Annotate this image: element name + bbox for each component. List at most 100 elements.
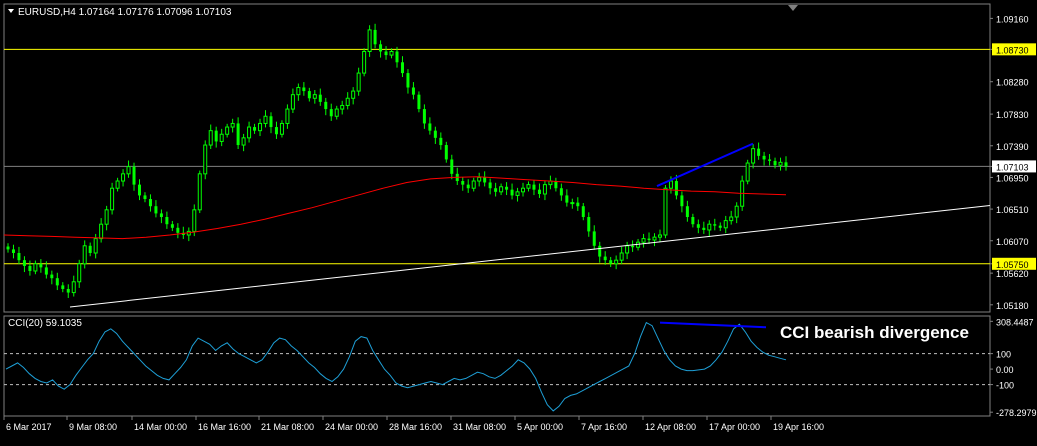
- candle: [214, 126, 218, 148]
- y-tick-label: 1.07830: [996, 110, 1029, 120]
- candle-body-bear: [137, 184, 141, 196]
- cci-divergence-line[interactable]: [659, 321, 767, 329]
- candle-body-bear: [154, 206, 158, 214]
- candle: [619, 246, 624, 265]
- candle: [61, 282, 65, 293]
- candle-body-bull: [121, 173, 126, 182]
- moving-average-line[interactable]: [3, 176, 787, 240]
- candle-body-bull: [104, 209, 109, 225]
- candle: [356, 67, 361, 96]
- dropdown-arrow-icon[interactable]: [8, 9, 14, 13]
- candle-body-bear: [274, 127, 278, 135]
- candle: [159, 209, 163, 224]
- candle-body-bull: [641, 238, 646, 243]
- y-tick-label: 1.05180: [996, 301, 1029, 311]
- candle: [685, 200, 689, 222]
- candle: [570, 198, 575, 209]
- candle-body-bull: [652, 236, 657, 241]
- candle-body-bull: [82, 245, 87, 265]
- candle-body-bear: [329, 109, 333, 117]
- price-level-tag-label: 1.08730: [996, 45, 1029, 55]
- candle-body-bull: [345, 97, 350, 106]
- candle-body-bear: [253, 127, 257, 131]
- candle-body-bull: [625, 245, 630, 254]
- candle: [176, 223, 180, 239]
- candle: [723, 215, 728, 234]
- candle: [439, 132, 443, 150]
- candle-body-bear: [784, 162, 788, 167]
- candle-body-bull: [707, 223, 712, 231]
- candle: [680, 191, 684, 213]
- candle-body-bull: [110, 187, 115, 211]
- y-tick-label: 1.07390: [996, 142, 1029, 152]
- candle-body-bull: [99, 223, 104, 240]
- candle-body-bear: [395, 51, 399, 63]
- candle: [296, 83, 301, 101]
- x-tick-label: 31 Mar 08:00: [453, 422, 506, 432]
- candle: [702, 221, 706, 234]
- candle: [137, 179, 141, 201]
- candle-body-bull: [247, 126, 252, 139]
- candle-body-bear: [148, 199, 152, 207]
- candle-body-bull: [351, 90, 356, 99]
- x-tick-label: 14 Mar 00:00: [134, 422, 187, 432]
- candle-body-bull: [296, 86, 301, 96]
- candle-body-bear: [236, 123, 240, 146]
- candle: [324, 97, 328, 116]
- candle: [587, 212, 591, 237]
- candle: [302, 82, 306, 96]
- price-divergence-line[interactable]: [656, 142, 754, 187]
- chart-window[interactable]: 1.09160 1.08730 1.08280 1.07830 1.07390 1.071…: [0, 0, 1037, 441]
- candle: [532, 179, 536, 196]
- support-trendline[interactable]: [69, 204, 991, 308]
- candle: [186, 227, 191, 242]
- chart-svg[interactable]: 1.09160 1.08730 1.08280 1.07830 1.07390 1.071…: [0, 0, 1037, 441]
- candle-body-bear: [762, 155, 766, 160]
- candle-body-bear: [132, 166, 136, 185]
- candle: [691, 213, 695, 228]
- candle: [33, 260, 38, 275]
- y-tick-label: 1.06950: [996, 173, 1029, 183]
- candle: [55, 272, 59, 291]
- candle: [274, 121, 278, 139]
- candle: [745, 159, 750, 185]
- candle-body-bull: [208, 130, 213, 146]
- candle: [778, 157, 783, 171]
- candle-body-bear: [598, 245, 602, 257]
- candle-body-bear: [417, 94, 421, 110]
- candle: [253, 123, 257, 134]
- candle: [384, 46, 388, 60]
- candle-body-bull: [356, 72, 361, 92]
- candle-body-bear: [176, 227, 180, 233]
- candle: [734, 202, 739, 224]
- candle: [39, 259, 43, 273]
- candle-body-bear: [647, 238, 651, 241]
- candle-body-bear: [757, 148, 761, 156]
- candle-body-bull: [258, 122, 263, 132]
- candle-body-bear: [483, 177, 487, 183]
- candle: [455, 167, 459, 185]
- cci-line[interactable]: [5, 321, 787, 412]
- shift-marker-icon[interactable]: [788, 5, 798, 11]
- candle-body-bull: [362, 50, 367, 74]
- candle: [598, 241, 602, 263]
- candle-body-bull: [521, 187, 526, 193]
- cci-y-tick-label: -100: [996, 381, 1014, 391]
- candle-body-bear: [17, 252, 21, 261]
- candle-body-bear: [466, 184, 470, 189]
- candle-body-bear: [422, 109, 426, 124]
- candle: [230, 118, 235, 133]
- x-tick-label: 5 Apr 00:00: [517, 422, 563, 432]
- candle-body-bear: [61, 285, 65, 289]
- candle-body-bull: [197, 173, 202, 211]
- candle: [263, 110, 268, 128]
- candle: [236, 117, 240, 150]
- candle-body-bull: [751, 148, 756, 164]
- candle-body-bull: [657, 234, 662, 238]
- candle: [345, 92, 350, 110]
- candle-body-bull: [542, 184, 547, 195]
- candle-body-bull: [312, 94, 317, 99]
- candle-body-bear: [713, 224, 717, 226]
- candle-body-bear: [685, 206, 689, 218]
- candle: [576, 197, 580, 211]
